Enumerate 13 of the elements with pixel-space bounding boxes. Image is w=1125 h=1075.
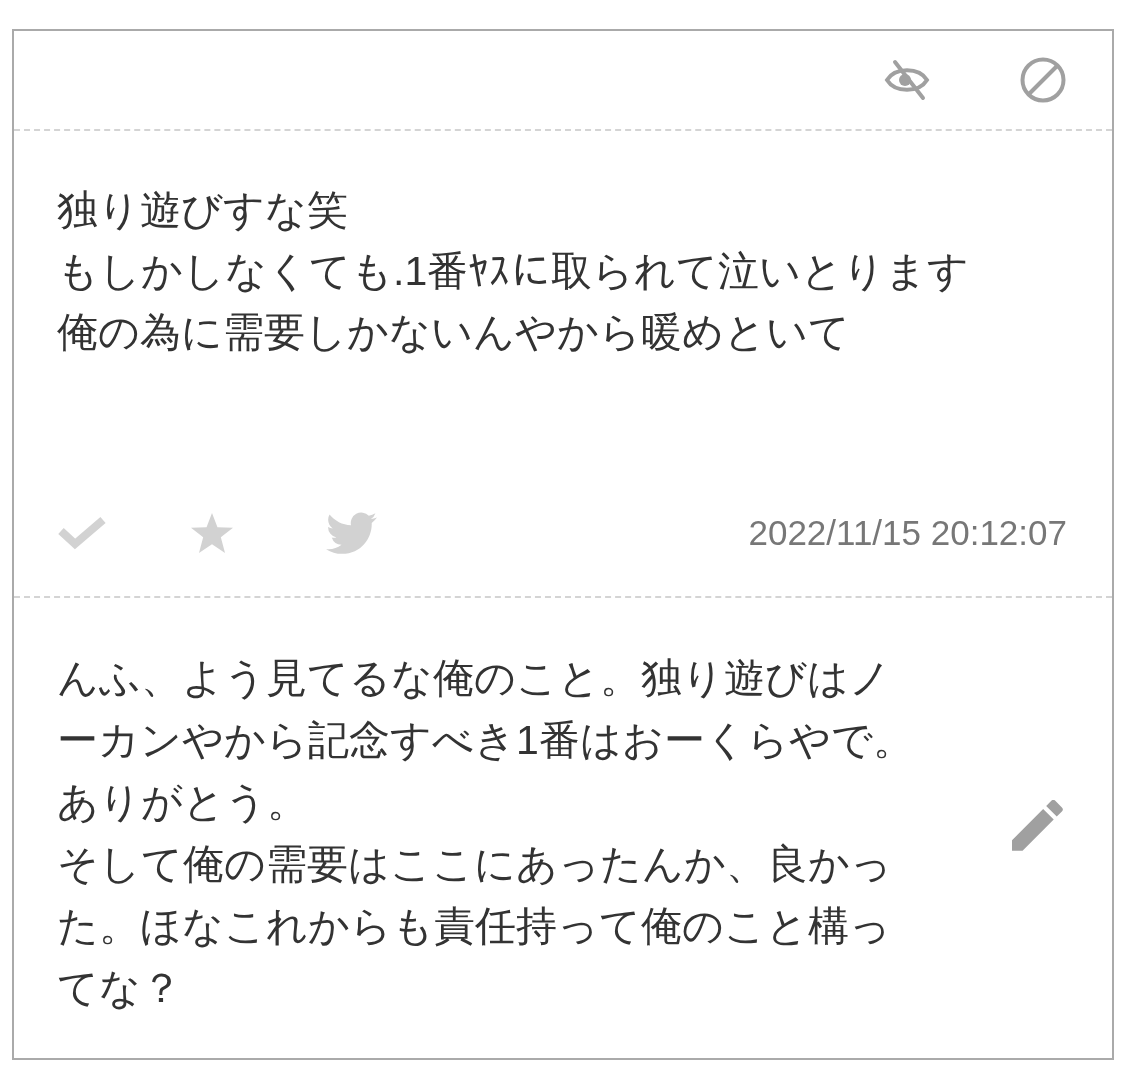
- eye-slash-icon[interactable]: [883, 59, 931, 101]
- message-line: 独り遊びすな笑: [57, 186, 348, 235]
- reply-paragraph: んふ、よう見てるな俺のこと。独り遊びはノーカンやから記念すべき1番はおーくらやで。: [57, 654, 915, 765]
- bird-icon[interactable]: [326, 511, 377, 555]
- message-line: もしかしなくても.1番ﾔｽに取られて泣いとります: [57, 247, 970, 296]
- prohibition-icon[interactable]: [1020, 57, 1066, 103]
- check-icon[interactable]: [57, 516, 107, 550]
- message-line: 俺の為に需要しかないんやから暖めといて: [57, 308, 850, 357]
- reply-paragraph: ありがとう。: [57, 778, 308, 827]
- reply-paragraph: そして俺の需要はここにあったんか、良かった。ほなこれからも責任持って俺のこと構ってな？: [57, 840, 893, 1013]
- pencil-icon[interactable]: [1012, 800, 1063, 851]
- timestamp: 2022/11/15 20:12:07: [748, 512, 1067, 554]
- star-icon[interactable]: [191, 513, 233, 553]
